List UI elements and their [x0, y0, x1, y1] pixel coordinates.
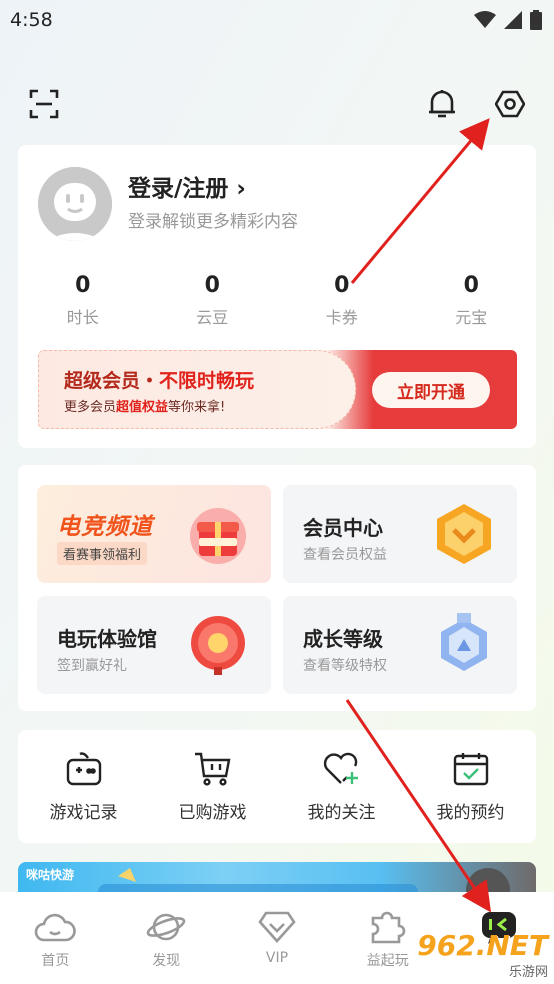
watermark-sub: 乐游网 [508, 964, 548, 980]
shortcut-label: 游戏记录 [49, 803, 118, 823]
vip-banner-title: 超级会员・不限时畅玩 [64, 366, 254, 393]
feature-arcade-hall[interactable]: 电玩体验馆 签到赢好礼 [37, 596, 271, 694]
top-bar [0, 84, 554, 124]
nav-discover[interactable]: 发现 [111, 892, 222, 984]
gift-box-icon [190, 508, 246, 564]
status-bar: 4:58 [0, 0, 554, 40]
stat-value: 0 [204, 273, 220, 298]
profile-card: 登录/注册 › 登录解锁更多精彩内容 0 时长 0 云豆 0 卡券 0 元宝 超… [18, 145, 536, 448]
watermark: 962.NET 乐游网 [414, 930, 548, 980]
stat-label: 云豆 [196, 308, 229, 327]
stat-ingots[interactable]: 0 元宝 [407, 273, 537, 328]
stats-row: 0 时长 0 云豆 0 卡券 0 元宝 [18, 273, 536, 328]
feature-subtitle: 看赛事领福利 [57, 542, 148, 565]
stat-label: 卡券 [325, 308, 358, 327]
scan-button[interactable] [26, 86, 62, 122]
nav-vip[interactable]: VIP [222, 892, 333, 984]
feature-member-center[interactable]: 会员中心 查看会员权益 [283, 485, 517, 583]
vip-desc-part1: 更多会员 [64, 400, 117, 415]
cart-icon [194, 752, 230, 786]
features-card: 电竞频道 看赛事领福利 会员中心 查看会员权益 电玩体验馆 签到赢好礼 成长等级 [18, 465, 536, 711]
nav-label: VIP [265, 950, 289, 966]
shortcuts-card: 游戏记录 已购游戏 我的关注 我的预约 [18, 730, 536, 843]
vip-title-part1: 超级会员・ [64, 370, 160, 392]
vip-banner[interactable]: 超级会员・不限时畅玩 更多会员超值权益等你来拿! 立即开通 [38, 350, 517, 429]
feature-subtitle: 签到赢好礼 [57, 658, 127, 674]
stat-value: 0 [334, 273, 350, 298]
watermark-main: 962.NET [417, 928, 548, 962]
vip-desc-part2: 等你来拿! [168, 400, 226, 415]
silver-badge-icon [441, 613, 487, 671]
stat-label: 元宝 [455, 308, 488, 327]
nav-label: 发现 [152, 953, 181, 969]
feature-title: 电玩体验馆 [57, 627, 157, 651]
notification-button[interactable] [424, 86, 460, 122]
shortcut-my-reservations[interactable]: 我的预约 [408, 752, 533, 823]
login-subtitle: 登录解锁更多精彩内容 [128, 212, 298, 232]
puzzle-icon [371, 911, 406, 944]
vip-title-part2: 不限时畅玩 [159, 370, 255, 392]
calendar-check-icon [453, 753, 488, 786]
stat-value: 0 [75, 273, 91, 298]
stat-value: 0 [463, 273, 479, 298]
shortcut-purchased-games[interactable]: 已购游戏 [150, 752, 275, 823]
open-vip-button[interactable]: 立即开通 [372, 372, 490, 408]
vip-banner-desc: 更多会员超值权益等你来拿! [64, 396, 225, 415]
shortcut-label: 已购游戏 [178, 803, 247, 823]
feature-title: 会员中心 [303, 516, 383, 540]
prize-wheel-icon [191, 616, 245, 675]
diamond-icon [258, 911, 296, 943]
feature-subtitle: 查看等级特权 [303, 658, 387, 674]
planet-icon [146, 913, 186, 941]
feature-title: 电竞频道 [57, 514, 153, 540]
stat-label: 时长 [66, 308, 99, 327]
heart-plus-icon [323, 752, 358, 784]
shortcut-game-history[interactable]: 游戏记录 [21, 752, 146, 823]
default-avatar-icon [38, 167, 112, 241]
wifi-icon [474, 11, 496, 28]
status-icons [474, 10, 542, 30]
feature-title: 成长等级 [303, 627, 383, 651]
stat-coupons[interactable]: 0 卡券 [277, 273, 407, 328]
gamepad-icon [66, 752, 101, 786]
battery-icon [530, 10, 542, 30]
shortcut-label: 我的预约 [436, 803, 505, 823]
stat-duration[interactable]: 0 时长 [18, 273, 148, 328]
stat-cloud-beans[interactable]: 0 云豆 [148, 273, 278, 328]
vip-desc-accent: 超值权益 [116, 400, 169, 415]
settings-hexagon-icon [495, 90, 525, 118]
nav-label: 首页 [41, 953, 70, 969]
feature-growth-level[interactable]: 成长等级 查看等级特权 [283, 596, 517, 694]
scan-icon [29, 89, 59, 119]
settings-button[interactable] [492, 86, 528, 122]
cloud-icon [35, 913, 77, 942]
bell-icon [429, 90, 455, 118]
shortcut-label: 我的关注 [307, 803, 376, 823]
nav-home[interactable]: 首页 [0, 892, 111, 984]
feature-esports-channel[interactable]: 电竞频道 看赛事领福利 [37, 485, 271, 583]
status-time: 4:58 [10, 9, 53, 31]
avatar[interactable] [38, 167, 112, 241]
gold-badge-icon [437, 504, 491, 564]
feature-subtitle: 查看会员权益 [303, 547, 387, 563]
shortcut-my-follows[interactable]: 我的关注 [279, 752, 404, 823]
login-register-link[interactable]: 登录/注册 › [128, 169, 246, 203]
signal-icon [504, 11, 522, 29]
